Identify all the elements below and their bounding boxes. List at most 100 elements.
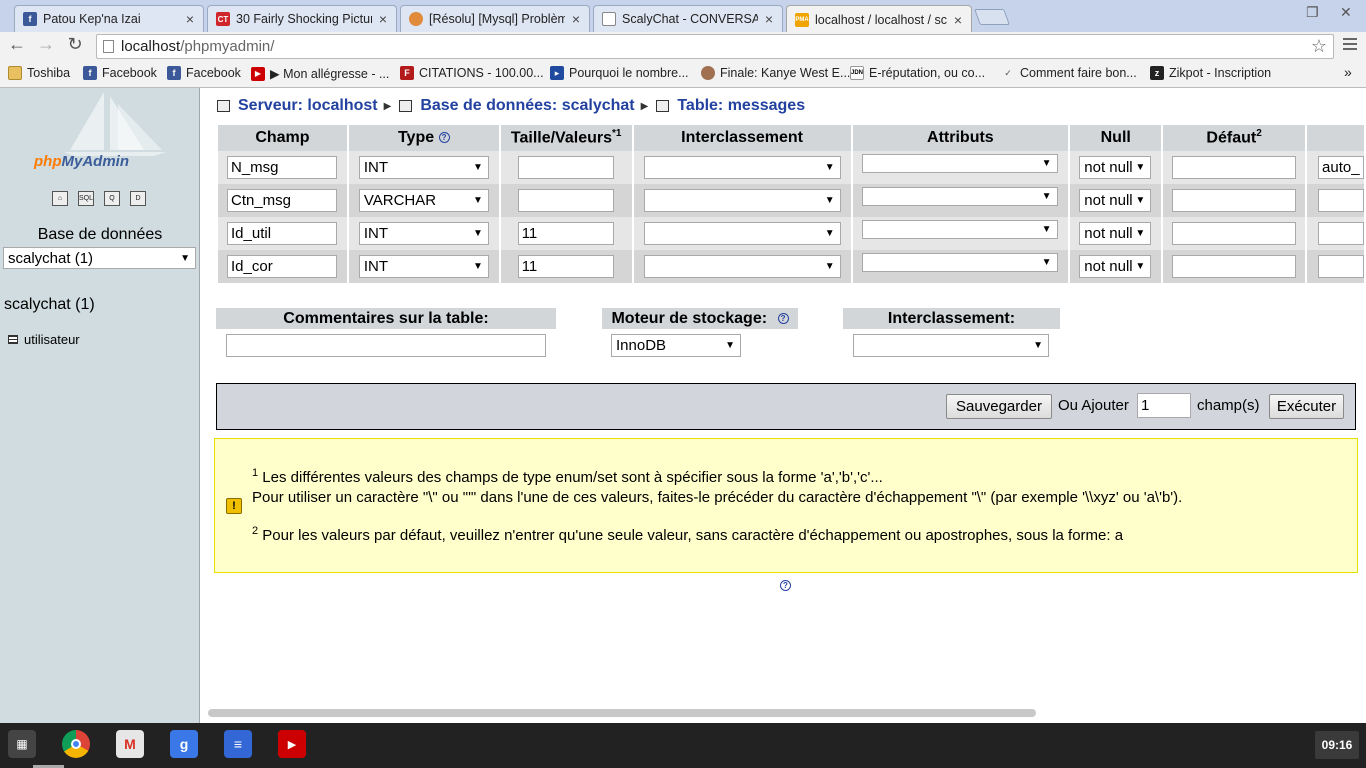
browser-tab[interactable]: ScalyChat - CONVERSATIO × xyxy=(593,5,783,32)
extra-input[interactable] xyxy=(1318,222,1365,245)
close-icon[interactable]: × xyxy=(183,11,197,27)
default-input[interactable] xyxy=(1172,222,1297,245)
storage-engine-select[interactable]: InnoDB ▼ xyxy=(611,334,741,357)
sidebar-table-link[interactable]: utilisateur xyxy=(8,332,80,347)
table-comments-input[interactable] xyxy=(226,334,546,357)
bookmark-item[interactable]: ✓ Comment faire bon... xyxy=(1001,66,1137,80)
sql-icon[interactable]: SQL xyxy=(78,191,94,206)
bookmark-item[interactable]: ▶ ▶ Mon allégresse - ... xyxy=(251,66,389,81)
clock[interactable]: 09:16 xyxy=(1315,731,1359,759)
footnotes-notice: ! 1 Les différentes valeurs des champs d… xyxy=(214,438,1358,573)
field-name-input[interactable]: Id_cor xyxy=(227,255,337,278)
bookmark-label: E-réputation, ou co... xyxy=(869,66,986,80)
gmail-icon[interactable]: M xyxy=(116,730,144,758)
column-header-attributs: Attributs xyxy=(852,125,1069,151)
null-select[interactable]: not null ▼ xyxy=(1079,222,1152,245)
dropdown-arrow-icon: ▼ xyxy=(824,228,835,239)
bookmark-item[interactable]: z Zikpot - Inscription xyxy=(1150,66,1271,80)
docs-icon[interactable]: D xyxy=(130,191,146,206)
database-select[interactable]: scalychat (1) ▼ xyxy=(3,247,196,269)
google-search-icon[interactable]: g xyxy=(170,730,198,758)
close-icon[interactable]: × xyxy=(762,11,776,27)
length-input[interactable]: 11 xyxy=(517,255,614,278)
bookmark-star-icon[interactable]: ☆ xyxy=(1311,35,1327,58)
browser-tab-active[interactable]: PMA localhost / localhost / scal × xyxy=(786,5,972,33)
dropdown-arrow-icon: ▼ xyxy=(824,195,835,206)
null-select[interactable]: not null ▼ xyxy=(1079,189,1152,212)
field-name-input[interactable]: Ctn_msg xyxy=(227,189,337,212)
table-collation-select[interactable]: ▼ xyxy=(853,334,1049,357)
bookmark-item[interactable]: JDN E-réputation, ou co... xyxy=(850,66,985,80)
youtube-icon[interactable]: ▶ xyxy=(278,730,306,758)
collation-select[interactable]: ▼ xyxy=(643,156,841,179)
collation-select[interactable]: ▼ xyxy=(643,222,841,245)
type-select[interactable]: INT ▼ xyxy=(358,255,489,278)
type-select[interactable]: INT ▼ xyxy=(358,156,489,179)
attributes-select[interactable]: ▼ xyxy=(861,154,1058,173)
breadcrumb-database[interactable]: Base de données: scalychat xyxy=(420,97,634,115)
chrome-icon[interactable] xyxy=(62,730,90,758)
browser-tab[interactable]: CT 30 Fairly Shocking Picture × xyxy=(207,5,397,32)
null-select[interactable]: not null ▼ xyxy=(1079,156,1152,179)
help-icon[interactable]: ? xyxy=(777,313,789,325)
bookmarks-overflow-button[interactable]: » xyxy=(1344,64,1352,80)
tab-title: [Résolu] [Mysql] Problème xyxy=(429,12,565,26)
execute-button[interactable]: Exécuter xyxy=(1269,394,1344,419)
pma-main: Serveur: localhost ▶ Base de données: sc… xyxy=(201,88,1366,723)
extra-input[interactable]: auto_ xyxy=(1318,156,1365,179)
length-input[interactable] xyxy=(517,189,614,212)
length-input[interactable]: 11 xyxy=(517,222,614,245)
type-select[interactable]: VARCHAR ▼ xyxy=(358,189,489,212)
default-input[interactable] xyxy=(1172,255,1297,278)
new-tab-button[interactable] xyxy=(974,9,1010,25)
attributes-select[interactable]: ▼ xyxy=(861,220,1058,239)
reload-icon[interactable]: ↻ xyxy=(64,34,86,55)
menu-icon[interactable] xyxy=(1343,38,1357,53)
bookmark-item[interactable]: f Facebook xyxy=(167,66,241,80)
attributes-select[interactable]: ▼ xyxy=(861,187,1058,206)
bookmark-item[interactable]: Toshiba xyxy=(8,66,70,80)
horizontal-scrollbar[interactable] xyxy=(208,709,1036,717)
collation-select[interactable]: ▼ xyxy=(643,255,841,278)
close-icon[interactable]: × xyxy=(376,11,390,27)
field-name-input[interactable]: N_msg xyxy=(227,156,337,179)
query-icon[interactable]: Q xyxy=(104,191,120,206)
close-icon[interactable]: × xyxy=(569,11,583,27)
collation-select[interactable]: ▼ xyxy=(643,189,841,212)
default-input[interactable] xyxy=(1172,189,1297,212)
phpmyadmin-logo[interactable]: phpMyAdmin xyxy=(34,90,174,180)
bookmark-item[interactable]: F CITATIONS - 100.00... xyxy=(400,66,544,80)
add-fields-count-input[interactable]: 1 xyxy=(1137,393,1191,418)
back-icon[interactable]: ← xyxy=(6,34,28,55)
database-heading[interactable]: scalychat (1) xyxy=(4,296,95,314)
field-name-input[interactable]: Id_util xyxy=(227,222,337,245)
null-select[interactable]: not null ▼ xyxy=(1079,255,1152,278)
database-label: Base de données xyxy=(37,226,163,243)
attributes-select[interactable]: ▼ xyxy=(861,253,1058,272)
close-window-icon[interactable]: ✕ xyxy=(1340,4,1352,21)
apps-grid-icon[interactable]: ▦ xyxy=(8,730,36,758)
help-icon[interactable]: ? xyxy=(438,132,450,144)
save-button[interactable]: Sauvegarder xyxy=(946,394,1052,419)
bookmark-item[interactable]: f Facebook xyxy=(83,66,157,80)
address-bar[interactable]: localhost/phpmyadmin/ ☆ xyxy=(96,34,1334,59)
breadcrumb-table[interactable]: Table: messages xyxy=(677,97,805,115)
forward-icon[interactable]: → xyxy=(35,34,57,55)
type-select[interactable]: INT ▼ xyxy=(358,222,489,245)
bookmark-item[interactable]: ▸ Pourquoi le nombre... xyxy=(550,66,689,80)
help-icon[interactable]: ? xyxy=(780,580,791,591)
close-icon[interactable]: × xyxy=(951,12,965,28)
docs-icon[interactable]: ≡ xyxy=(224,730,252,758)
default-input[interactable] xyxy=(1172,156,1297,179)
home-icon[interactable]: ⌂ xyxy=(52,191,68,206)
browser-tab[interactable]: f Patou Kep'na Izai × xyxy=(14,5,204,32)
extra-input[interactable] xyxy=(1318,189,1365,212)
bookmark-item[interactable]: Finale: Kanye West E... xyxy=(701,66,850,80)
length-input[interactable] xyxy=(517,156,614,179)
browser-tab[interactable]: [Résolu] [Mysql] Problème × xyxy=(400,5,590,32)
restore-window-icon[interactable]: ❐ xyxy=(1306,4,1319,21)
column-header-type: Type ? xyxy=(348,125,499,151)
dropdown-arrow-icon: ▼ xyxy=(1033,340,1043,351)
extra-input[interactable] xyxy=(1318,255,1365,278)
breadcrumb-server[interactable]: Serveur: localhost xyxy=(238,97,378,115)
